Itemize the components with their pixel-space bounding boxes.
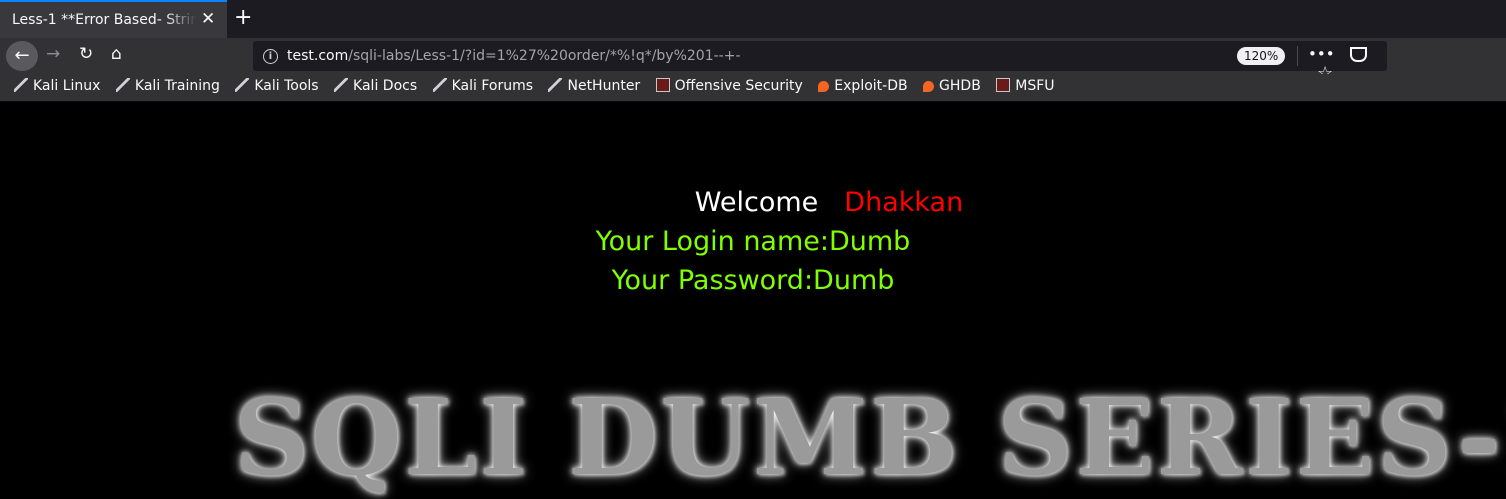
welcome-line: Welcome Dhakkan [76, 187, 1506, 218]
tab-bar: Less-1 **Error Based- String** ✕ + [0, 0, 1506, 38]
tab-title: Less-1 **Error Based- String** [12, 12, 197, 28]
bookmark-label: MSFU [1015, 78, 1055, 94]
bookmark-kali-tools[interactable]: Kali Tools [235, 78, 319, 94]
offsec-icon [996, 78, 1011, 92]
bookmark-label: Exploit-DB [834, 78, 908, 94]
kali-dragon-icon [334, 78, 349, 92]
url-path: /sqli-labs/Less-1/?id=1%27%20order/*%!q*… [348, 48, 741, 64]
kali-dragon-icon [115, 78, 130, 92]
back-arrow-icon[interactable]: ← [6, 41, 38, 71]
bookmark-kali-docs[interactable]: Kali Docs [334, 78, 417, 94]
bookmark-nethunter[interactable]: NetHunter [548, 78, 640, 94]
kali-dragon-icon [235, 78, 250, 92]
kali-dragon-icon [14, 78, 28, 92]
tab-active[interactable]: Less-1 **Error Based- String** ✕ [0, 0, 227, 38]
kali-dragon-icon [432, 78, 447, 92]
welcome-text: Welcome [694, 187, 819, 218]
more-actions-icon[interactable]: ••• [1308, 45, 1335, 63]
exploit-db-icon [818, 81, 830, 92]
user-name: Dhakkan [844, 187, 964, 218]
bookmark-kali-linux[interactable]: Kali Linux [14, 78, 100, 94]
url-host: test.com [287, 48, 349, 64]
home-icon[interactable]: ⌂ [111, 44, 122, 64]
pocket-icon[interactable] [1350, 47, 1368, 62]
bookmark-label: Kali Tools [254, 78, 319, 94]
bookmark-msfu[interactable]: MSFU [996, 78, 1055, 94]
bookmark-label: Kali Forums [451, 78, 534, 94]
bookmark-exploit-db[interactable]: Exploit-DB [818, 78, 908, 94]
bookmark-label: GHDB [939, 78, 981, 94]
bookmark-ghdb[interactable]: GHDB [923, 78, 981, 94]
navigation-toolbar: ← → ↻ ⌂ i test.com/sqli-labs/Less-1/?id=… [0, 38, 1506, 84]
bookmark-label: Kali Training [134, 78, 220, 94]
bookmark-offensive-security[interactable]: Offensive Security [655, 78, 803, 94]
kali-dragon-icon [548, 78, 563, 92]
sqli-banner-image: SQLI DUMB SERIES-1 [234, 376, 1506, 499]
offsec-icon [655, 78, 670, 92]
bookmark-label: NetHunter [567, 78, 641, 94]
bookmark-label: Kali Docs [353, 78, 418, 94]
site-info-icon[interactable]: i [263, 49, 278, 64]
forward-arrow-icon[interactable]: → [46, 44, 60, 64]
password-text: Your Password:Dumb [611, 265, 895, 296]
url-text[interactable]: test.com/sqli-labs/Less-1/?id=1%27%20ord… [287, 48, 741, 64]
bookmarks-list: Kali Linux Kali Training Kali Tools Kali… [14, 78, 1066, 94]
exploit-db-icon [923, 81, 935, 92]
page-content: Welcome Dhakkan Your Login name:Dumb Your… [0, 102, 1506, 498]
bookmarks-toolbar: Kali Linux Kali Training Kali Tools Kali… [0, 74, 1506, 102]
address-bar[interactable]: i test.com/sqli-labs/Less-1/?id=1%27%20o… [253, 41, 1387, 84]
reload-icon[interactable]: ↻ [79, 44, 93, 64]
new-tab-icon[interactable]: + [234, 5, 252, 30]
bookmark-label: Offensive Security [674, 78, 803, 94]
zoom-level-badge[interactable]: 120% [1237, 47, 1286, 65]
bookmark-label: Kali Linux [33, 78, 101, 94]
bookmark-kali-training[interactable]: Kali Training [115, 78, 220, 94]
login-name-text: Your Login name:Dumb [595, 226, 911, 257]
bookmark-kali-forums[interactable]: Kali Forums [432, 78, 534, 94]
close-tab-icon[interactable]: ✕ [201, 9, 215, 29]
divider [1297, 46, 1298, 66]
